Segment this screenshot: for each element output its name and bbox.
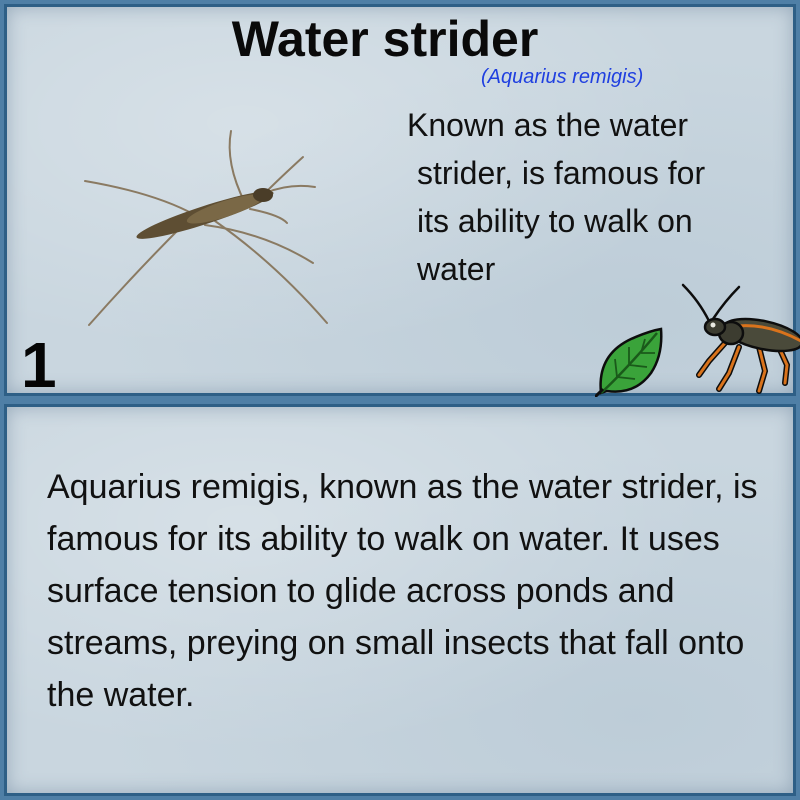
card-title: Water strider [231, 11, 539, 67]
card-number: 1 [21, 329, 57, 401]
short-description: Known as the water strider, is famous fo… [407, 101, 787, 293]
short-description-line: strider, is famous for [417, 155, 706, 191]
leaf-icon [595, 327, 663, 397]
card-bottom-panel: Aquarius remigis, known as the water str… [4, 404, 796, 796]
short-description-line: its ability to walk on [417, 203, 693, 239]
insect-icon [681, 283, 800, 394]
short-description-line: Known as the water [407, 107, 689, 143]
water-strider-photo [84, 130, 328, 326]
scientific-name: (Aquarius remigis) [481, 66, 644, 88]
long-description: Aquarius remigis, known as the water str… [47, 468, 758, 714]
card-top-panel: Water strider (Aquarius remigis) Known a… [4, 4, 800, 401]
